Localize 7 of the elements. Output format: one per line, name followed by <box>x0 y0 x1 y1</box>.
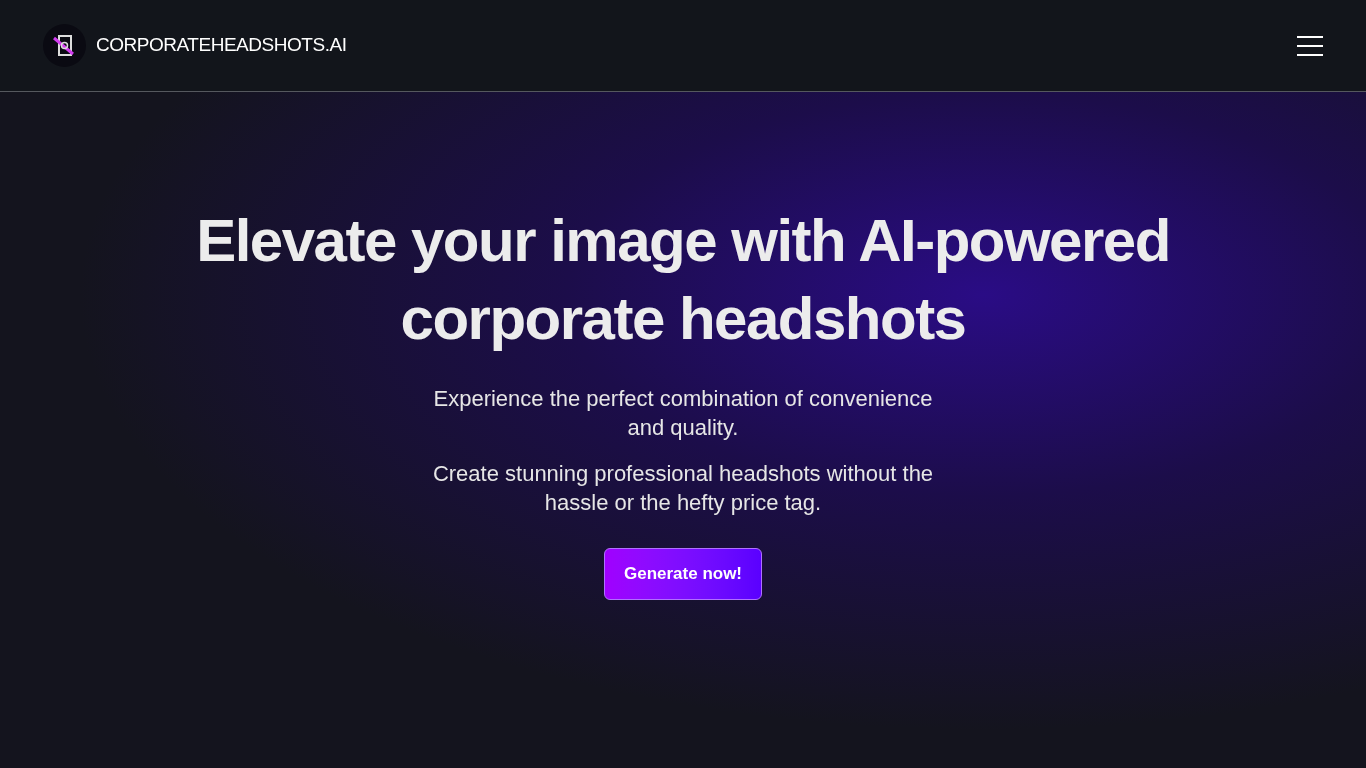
menu-button[interactable] <box>1297 35 1323 56</box>
logo-icon <box>43 24 86 67</box>
hero-text: Experience the perfect combination of convenience and quality. <box>432 385 934 442</box>
hero-text: Create stunning professional headshots without the hassle or the hefty price tag. <box>431 460 935 517</box>
hero-title: Elevate your image with AI-powered corporate headshots <box>196 206 1170 354</box>
brand-name[interactable]: CORPORATEHEADSHOTS.AI <box>96 31 347 60</box>
generate-button[interactable]: Generate now! <box>603 548 763 600</box>
